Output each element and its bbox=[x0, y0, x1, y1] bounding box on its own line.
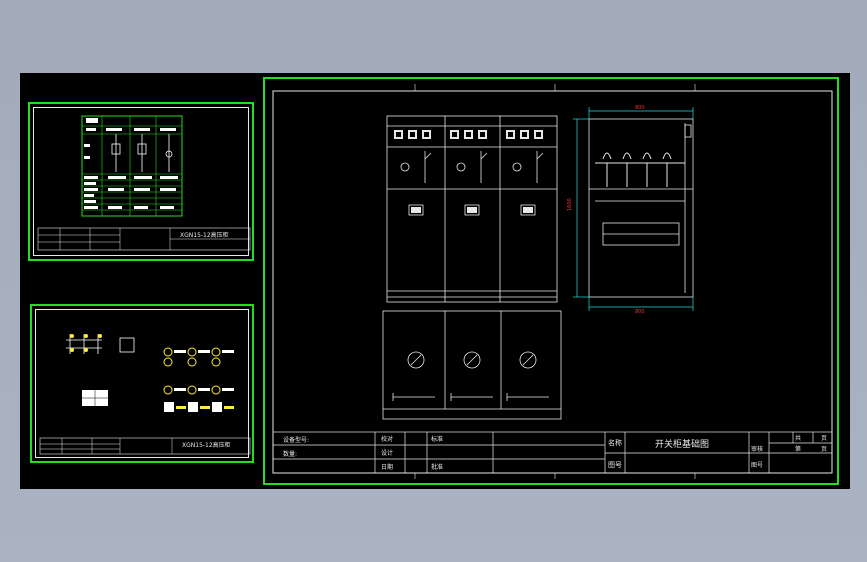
svg-text:校对: 校对 bbox=[381, 435, 393, 443]
svg-text:800: 800 bbox=[635, 309, 645, 315]
sheet-2-drawing: XGN15-12高压柜 bbox=[39, 334, 251, 455]
svg-text:页: 页 bbox=[821, 435, 827, 442]
main-sheet-drawing: 800 1600 800 设备型号: 数量: 校对 设计 日期 标准 批准 名称… bbox=[272, 84, 833, 479]
svg-text:日期: 日期 bbox=[381, 463, 393, 471]
svg-text:图号: 图号 bbox=[608, 461, 622, 469]
sheet-1-drawing: XGN15-12高压柜 bbox=[37, 115, 251, 251]
cad-viewport[interactable]: XGN15-12高压柜 XGN15-12高压柜 800 1600 800 设备型… bbox=[20, 73, 850, 489]
svg-text:XGN15-12高压柜: XGN15-12高压柜 bbox=[180, 231, 229, 239]
svg-text:第: 第 bbox=[795, 445, 801, 453]
svg-text:800: 800 bbox=[635, 105, 645, 111]
svg-text:页: 页 bbox=[821, 446, 827, 453]
svg-text:标准: 标准 bbox=[431, 435, 443, 443]
svg-text:共: 共 bbox=[795, 434, 801, 442]
svg-text:数量:: 数量: bbox=[283, 450, 297, 458]
svg-text:审核: 审核 bbox=[751, 445, 763, 453]
svg-text:图号: 图号 bbox=[751, 462, 763, 469]
svg-text:设备型号:: 设备型号: bbox=[283, 436, 309, 444]
svg-text:1600: 1600 bbox=[567, 198, 573, 211]
svg-text:XGN15-12高压柜: XGN15-12高压柜 bbox=[182, 441, 231, 449]
svg-text:名称: 名称 bbox=[608, 438, 622, 447]
thumbnail-sheet-1[interactable]: XGN15-12高压柜 bbox=[28, 102, 254, 261]
svg-text:开关柜基础图: 开关柜基础图 bbox=[655, 438, 709, 450]
svg-text:设计: 设计 bbox=[381, 449, 393, 457]
main-sheet[interactable]: 800 1600 800 设备型号: 数量: 校对 设计 日期 标准 批准 名称… bbox=[263, 77, 839, 485]
thumbnail-sheet-2[interactable]: XGN15-12高压柜 bbox=[30, 304, 254, 463]
svg-text:批准: 批准 bbox=[431, 463, 443, 471]
